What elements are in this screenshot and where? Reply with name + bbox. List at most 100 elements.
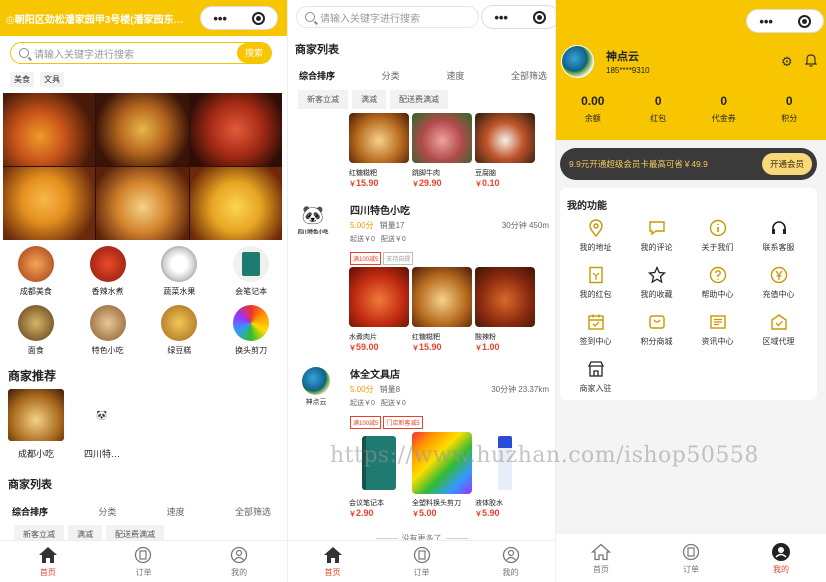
tab-mine[interactable]: 我的	[501, 545, 521, 578]
sort-speed[interactable]: 速度	[167, 505, 185, 518]
tab-mine[interactable]: 我的	[771, 542, 791, 575]
settings-icon[interactable]: ⚙	[781, 54, 793, 70]
stat-voucher[interactable]: 0 代金券	[694, 94, 754, 124]
mini-program-capsule[interactable]: •••	[481, 5, 555, 29]
home-screen: ◎朝阳区劲松潘家园甲3号楼(潘家园东… ••• 请输入关键字进行搜索 搜索 美食…	[0, 0, 287, 582]
close-icon[interactable]	[251, 11, 265, 25]
sort-bar: 综合排序 分类 速度 全部筛选	[12, 505, 271, 518]
category-label: 换头剪刀	[235, 346, 268, 355]
sort-filter[interactable]: 全部筛选	[235, 505, 271, 518]
product-price: ￥0.10	[475, 178, 500, 188]
tab-home[interactable]: 首页	[323, 545, 343, 578]
bell-icon[interactable]	[804, 53, 818, 72]
func-comments[interactable]: 我的评论	[626, 218, 687, 253]
category-item[interactable]: 蔬菜水果	[144, 246, 216, 297]
tab-label: 首页	[593, 564, 609, 574]
close-icon[interactable]	[532, 10, 546, 24]
product-card[interactable]: 红糖糍粑 ￥15.90	[412, 267, 472, 353]
more-icon[interactable]: •••	[494, 10, 508, 25]
func-checkin[interactable]: 签到中心	[565, 312, 626, 347]
sort-comprehensive[interactable]: 综合排序	[299, 69, 335, 82]
func-points-mall[interactable]: 积分商城	[626, 312, 687, 347]
chip[interactable]: 新客立减	[298, 90, 348, 109]
search-bar[interactable]: 请输入关键字进行搜索	[296, 6, 479, 28]
func-label: 我的地址	[579, 243, 612, 252]
shop-name[interactable]: 四川特色小吃	[350, 202, 410, 217]
func-favorites[interactable]: 我的收藏	[626, 265, 687, 300]
stat-label: 代金券	[711, 114, 736, 123]
category-item[interactable]: 面食	[0, 305, 72, 356]
shop-fees: 起送￥0 配送￥0	[350, 398, 406, 408]
category-item[interactable]: 特色小吃	[72, 305, 144, 356]
more-icon[interactable]: •••	[759, 14, 773, 29]
tab-orders[interactable]: 订单	[133, 545, 153, 578]
product-card[interactable]: 全塑料换头剪刀 ￥5.00	[412, 432, 472, 519]
product-card[interactable]: 液体胶水 ￥5.90	[475, 432, 535, 519]
sort-filter[interactable]: 全部筛选	[511, 69, 547, 82]
stat-redpacket[interactable]: 0 红包	[628, 94, 688, 124]
banner-image	[3, 93, 96, 166]
close-icon[interactable]	[797, 14, 811, 28]
tab-mine[interactable]: 我的	[229, 545, 249, 578]
vip-open-button[interactable]: 开通会员	[761, 153, 812, 175]
product-card[interactable]: 水煮肉片 ￥59.00	[349, 267, 409, 353]
product-card[interactable]: 会议笔记本 ￥2.90	[349, 432, 409, 519]
stat-points[interactable]: 0 积分	[759, 94, 819, 124]
search-input[interactable]: 请输入关键字进行搜索	[320, 10, 420, 25]
func-redpacket[interactable]: 我的红包	[565, 265, 626, 300]
stat-balance[interactable]: 0.00 余额	[563, 94, 623, 124]
product-price: ￥5.00	[412, 508, 437, 518]
mini-program-capsule[interactable]: •••	[746, 9, 824, 33]
hot-tag[interactable]: 美食	[10, 72, 34, 87]
func-service[interactable]: 联系客服	[748, 218, 809, 253]
shop-logo[interactable]: 神点云	[300, 367, 332, 407]
func-address[interactable]: 我的地址	[565, 218, 626, 253]
tab-bar: 首页 订单 我的	[556, 534, 826, 582]
category-item[interactable]: 香辣水煮	[72, 246, 144, 297]
shop-delivery: 30分钟 23.37km	[491, 385, 549, 394]
avatar[interactable]	[561, 45, 594, 78]
product-card[interactable]: 跳脚牛肉 ￥29.90	[412, 113, 472, 189]
tab-orders[interactable]: 订单	[681, 542, 701, 575]
product-card[interactable]: 红糖糍粑 ￥15.90	[349, 113, 409, 189]
category-item[interactable]: 绿豆糕	[144, 305, 216, 356]
stat-value: 0	[654, 94, 662, 108]
product-card[interactable]: 豆腐脑 ￥0.10	[475, 113, 535, 189]
func-agent[interactable]: 区域代理	[748, 312, 809, 347]
comment-icon	[647, 218, 667, 238]
product-card[interactable]: 酸辣粉 ￥1.00	[475, 267, 535, 353]
chip[interactable]: 满减	[352, 90, 386, 109]
func-about[interactable]: 关于我们	[687, 218, 748, 253]
sort-speed[interactable]: 速度	[446, 69, 464, 82]
more-icon[interactable]: •••	[213, 11, 227, 26]
banner-carousel[interactable]	[3, 93, 282, 240]
func-recharge[interactable]: 充值中心	[748, 265, 809, 300]
tab-home[interactable]: 首页	[591, 542, 611, 575]
func-merchant-join[interactable]: 商家入驻	[565, 359, 626, 394]
sort-category[interactable]: 分类	[382, 69, 400, 82]
sort-category[interactable]: 分类	[98, 505, 116, 518]
sort-comprehensive[interactable]: 综合排序	[12, 505, 48, 518]
vip-banner[interactable]: 9.9元开通超级会员卡最高可省￥49.9 开通会员	[560, 148, 817, 180]
search-input[interactable]: 请输入关键字进行搜索	[34, 46, 237, 61]
chip[interactable]: 配送费满减	[390, 90, 448, 109]
search-bar[interactable]: 请输入关键字进行搜索 搜索	[10, 42, 272, 64]
shop-logo[interactable]: 🐼 四川特色小吃	[295, 205, 331, 236]
location-label[interactable]: ◎朝阳区劲松潘家园甲3号楼(潘家园东…	[6, 11, 198, 26]
tab-home[interactable]: 首页	[38, 545, 58, 578]
func-news[interactable]: 资讯中心	[687, 312, 748, 347]
search-button[interactable]: 搜索	[236, 43, 271, 63]
shop-icon	[586, 359, 606, 379]
recommend-label: 四川特…	[83, 449, 120, 459]
mini-program-capsule[interactable]: •••	[200, 6, 278, 30]
func-label: 我的红包	[579, 290, 612, 299]
recommend-item[interactable]: 🐼 四川特…	[74, 389, 130, 460]
func-help[interactable]: 帮助中心	[687, 265, 748, 300]
hot-tag[interactable]: 文具	[40, 72, 64, 87]
tab-orders[interactable]: 订单	[412, 545, 432, 578]
category-item[interactable]: 换头剪刀	[215, 305, 287, 356]
category-item[interactable]: 会笔记本	[215, 246, 287, 297]
category-item[interactable]: 成都美食	[0, 246, 72, 297]
recommend-item[interactable]: 成都小吃	[8, 389, 64, 460]
shop-name[interactable]: 体全文具店	[350, 366, 400, 381]
